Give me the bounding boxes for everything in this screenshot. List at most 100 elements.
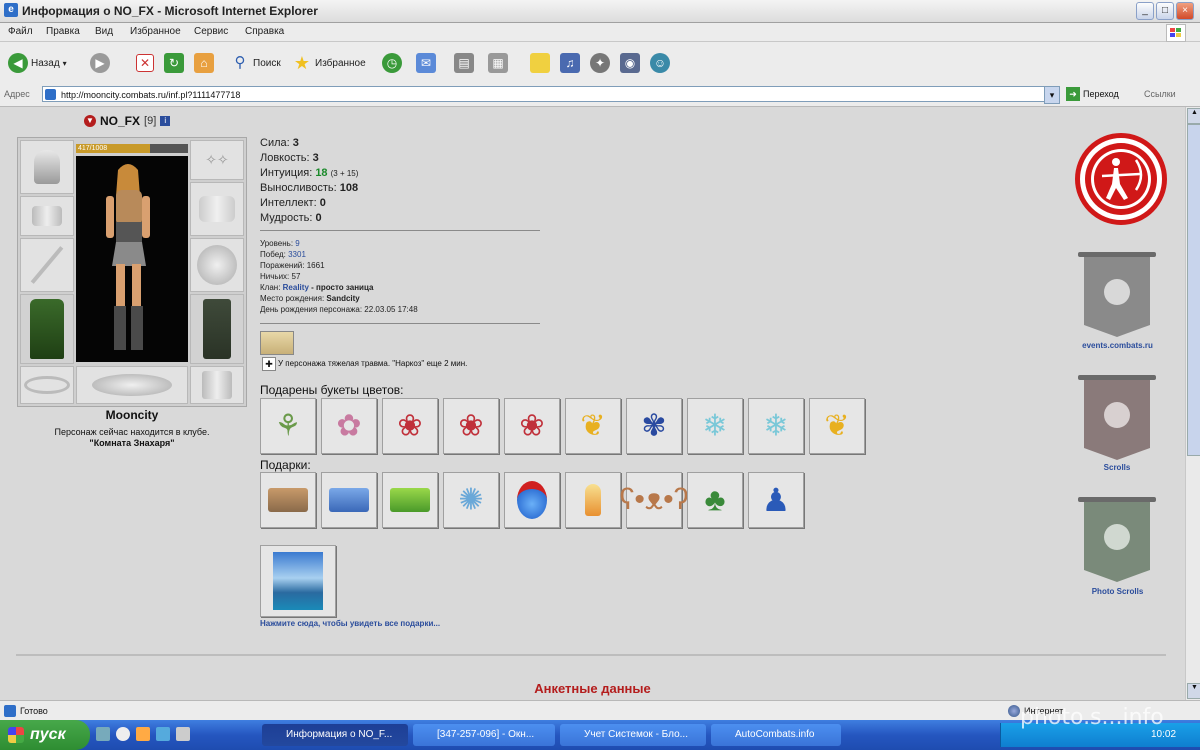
quick-launch-icon[interactable] (156, 727, 170, 741)
gift-item[interactable] (504, 472, 560, 528)
slot-boots[interactable] (190, 366, 244, 404)
scroll-down-arrow-icon[interactable]: ▼ (1187, 683, 1200, 699)
slot-legs[interactable] (190, 294, 244, 364)
research-button[interactable]: ◉ (620, 52, 640, 74)
flower-gift[interactable]: ❀ (382, 398, 438, 454)
scroll-thumb[interactable] (1187, 124, 1200, 456)
mail-button[interactable]: ✉ (416, 52, 436, 74)
gift-item[interactable] (382, 472, 438, 528)
info-draws: Ничьих: 57 (260, 272, 300, 281)
info-icon[interactable]: i (160, 116, 171, 126)
address-dropdown-button[interactable]: ▾ (1044, 86, 1060, 104)
flower-gift[interactable]: ❦ (565, 398, 621, 454)
quick-launch-icon[interactable] (176, 727, 190, 741)
messenger-button[interactable]: ☺ (650, 52, 670, 74)
slot-shield[interactable] (190, 238, 244, 292)
slot-earrings[interactable]: ✧✧ (190, 140, 244, 180)
media-button[interactable]: ♫ (560, 52, 580, 74)
go-button[interactable]: ➜ Переход (1066, 87, 1119, 101)
favorites-button[interactable]: ★ Избранное (292, 52, 366, 74)
gift-item[interactable] (321, 472, 377, 528)
flower-gift[interactable]: ✿ (321, 398, 377, 454)
menu-favorites[interactable]: Избранное (130, 26, 181, 37)
plugin-icon: ✦ (590, 53, 610, 73)
gift-item[interactable]: ♣ (687, 472, 743, 528)
stop-button[interactable]: ✕ (136, 52, 154, 74)
task-button[interactable]: [347-257-096] - Окн... (413, 724, 555, 746)
flower-gift[interactable]: ⚘ (260, 398, 316, 454)
back-label: Назад (31, 57, 60, 69)
photo-scrolls-link[interactable]: Photo Scrolls (1070, 587, 1165, 596)
links-label[interactable]: Ссылки (1144, 89, 1176, 99)
slot-helmet[interactable] (20, 140, 74, 194)
menu-tools[interactable]: Сервис (194, 26, 228, 37)
menu-edit[interactable]: Правка (46, 26, 80, 37)
notes-button[interactable] (530, 52, 550, 74)
blue-box-icon (329, 488, 369, 512)
history-icon: ◷ (382, 53, 402, 73)
scroll-up-arrow-icon[interactable]: ▲ (1187, 108, 1200, 124)
clock[interactable]: 10:02 (1151, 729, 1176, 740)
flower-gift[interactable]: ❄ (687, 398, 743, 454)
flower-gift[interactable]: ❦ (809, 398, 865, 454)
flower-gift[interactable]: ❀ (504, 398, 560, 454)
edit-button[interactable]: ▦ (488, 52, 508, 74)
clan-link[interactable]: Reality (283, 283, 309, 292)
maximize-button[interactable]: □ (1156, 2, 1174, 20)
back-dropdown-icon[interactable]: ▾ (63, 59, 67, 68)
history-button[interactable]: ◷ (382, 52, 402, 74)
info-label: Ничьих: (260, 272, 290, 281)
slot-bracers[interactable] (20, 196, 74, 236)
task-button[interactable]: Учет Системок - Бло... (560, 724, 706, 746)
roses-icon: ❀ (458, 409, 484, 443)
slot-belt[interactable] (20, 366, 74, 404)
archer-icon (1085, 143, 1157, 215)
start-button[interactable]: пуск (0, 720, 90, 750)
plugin-button[interactable]: ✦ (590, 52, 610, 74)
events-banner[interactable] (1078, 252, 1156, 342)
minimize-button[interactable]: _ (1136, 2, 1154, 20)
gift-item[interactable] (565, 472, 621, 528)
flower-gift[interactable]: ❀ (443, 398, 499, 454)
slot-gloves[interactable] (190, 182, 244, 236)
home-button[interactable]: ⌂ (194, 52, 214, 74)
print-button[interactable]: ▤ (454, 52, 474, 74)
trauma-icon[interactable]: ✚ (262, 357, 276, 371)
scrolls-banner[interactable] (1078, 375, 1156, 465)
stat-value: 0 (319, 197, 326, 209)
gift-item[interactable]: ✺ (443, 472, 499, 528)
events-link[interactable]: events.combats.ru (1060, 341, 1175, 350)
menu-help[interactable]: Справка (245, 26, 284, 37)
refresh-button[interactable]: ↻ (164, 52, 184, 74)
quick-launch-icon[interactable] (96, 727, 110, 741)
effect-scroll-icon[interactable] (260, 331, 294, 355)
flower-gift[interactable]: ❄ (748, 398, 804, 454)
quick-launch-icon[interactable] (116, 727, 130, 741)
gloves-icon (199, 196, 235, 222)
quick-launch-icon[interactable] (136, 727, 150, 741)
photo-scrolls-banner[interactable] (1078, 497, 1156, 587)
menu-view[interactable]: Вид (95, 26, 113, 37)
task-button[interactable]: AutoCombats.info (711, 724, 841, 746)
slot-armor[interactable] (20, 294, 74, 364)
gift-item[interactable]: ʕ•ᴥ•ʔ (619, 472, 689, 528)
back-button[interactable]: ◀ Назад ▾ (8, 52, 67, 74)
scrolls-link[interactable]: Scrolls (1078, 463, 1156, 472)
slot-amulet[interactable] (76, 366, 188, 404)
gift-item[interactable] (260, 472, 316, 528)
brown-box-icon (268, 488, 308, 512)
task-button[interactable]: Информация о NO_F... (262, 724, 408, 746)
close-button[interactable]: × (1176, 2, 1194, 20)
address-bar: Адрес http://mooncity.combats.ru/inf.pl?… (0, 84, 1200, 107)
menu-file[interactable]: Файл (8, 26, 33, 37)
address-input[interactable]: http://mooncity.combats.ru/inf.pl?111147… (42, 86, 1052, 102)
archer-emblem[interactable] (1075, 133, 1167, 225)
flower-gift[interactable]: ✾ (626, 398, 682, 454)
gift-item[interactable]: ♟ (748, 472, 804, 528)
photo-gift[interactable] (260, 545, 336, 617)
vertical-scrollbar[interactable]: ▲ ▼ (1185, 107, 1200, 700)
slot-weapon[interactable] (20, 238, 74, 292)
search-button[interactable]: ⚲ Поиск (230, 52, 281, 74)
forward-button[interactable]: ▶ (90, 52, 110, 74)
see-all-gifts-link[interactable]: Нажмите сюда, чтобы увидеть все подарки.… (260, 619, 440, 628)
